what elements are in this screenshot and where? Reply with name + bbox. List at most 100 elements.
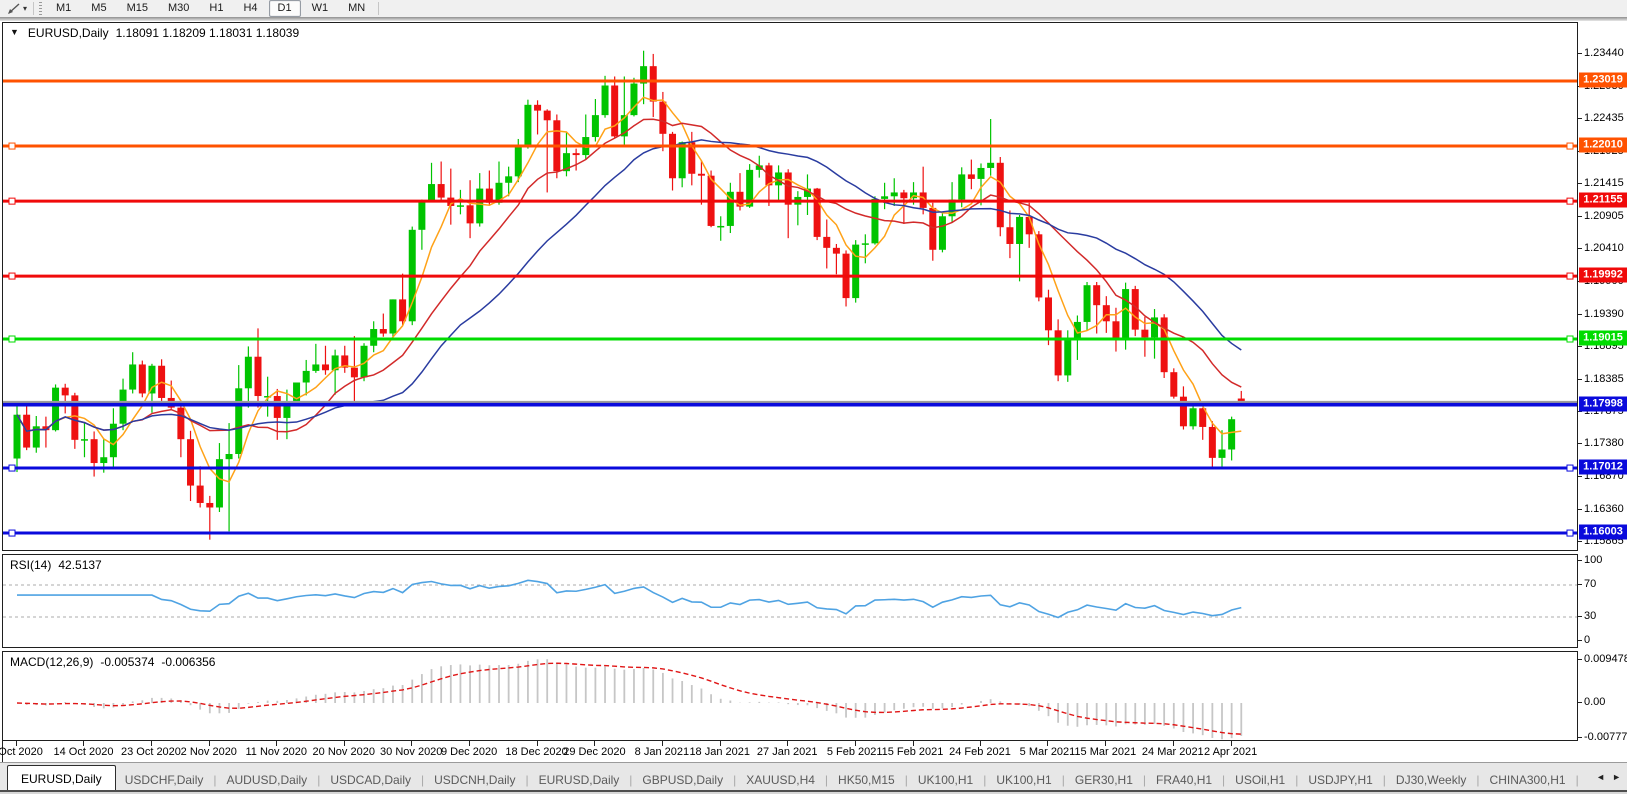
chart-tab-china300-h1[interactable]: CHINA300,H1 bbox=[1481, 769, 1575, 792]
tab-separator: | bbox=[1575, 773, 1580, 787]
tab-scroll-right-icon[interactable]: ► bbox=[1612, 772, 1621, 782]
hline-handle-1.21155[interactable] bbox=[1567, 198, 1573, 204]
candle-body bbox=[524, 105, 531, 148]
timeframe-button-H1[interactable]: H1 bbox=[200, 0, 232, 17]
rsi-title: RSI(14) 42.5137 bbox=[10, 558, 102, 572]
hline-handle-1.16003[interactable] bbox=[9, 530, 15, 536]
rsi-axis-tick bbox=[1578, 616, 1582, 617]
price-line-badge-1.16003: 1.16003 bbox=[1579, 525, 1627, 540]
tab-separator: | bbox=[212, 773, 217, 787]
chart-tab-dj30-weekly[interactable]: DJ30,Weekly bbox=[1387, 769, 1475, 792]
chart-tab-usdjpy-h1[interactable]: USDJPY,H1 bbox=[1299, 769, 1381, 792]
candle-body bbox=[1170, 372, 1177, 396]
timeframe-button-H4[interactable]: H4 bbox=[234, 0, 266, 17]
price-tick-mark bbox=[1578, 183, 1582, 184]
date-tick-label: 5 Mar 2021 bbox=[1020, 746, 1076, 758]
chart-tab-eurusd-daily[interactable]: EURUSD,Daily bbox=[7, 765, 116, 792]
date-tick-label: 5 Oct 2020 bbox=[0, 746, 43, 758]
hline-handle-1.22010[interactable] bbox=[9, 143, 15, 149]
timeframe-button-M30[interactable]: M30 bbox=[159, 0, 198, 17]
date-tick-label: 2 Apr 2021 bbox=[1204, 746, 1257, 758]
tab-separator: | bbox=[732, 773, 737, 787]
hline-handle-1.21155[interactable] bbox=[9, 198, 15, 204]
timeframe-buttons: M1M5M15M30H1H4D1W1MN bbox=[46, 0, 375, 17]
tab-scroll-left-icon[interactable]: ◄ bbox=[1596, 772, 1605, 782]
timeframe-button-M5[interactable]: M5 bbox=[82, 0, 115, 17]
candle-body bbox=[457, 205, 464, 207]
candle-body bbox=[1074, 322, 1081, 340]
price-line-badge-1.17998: 1.17998 bbox=[1579, 396, 1627, 411]
candle-body bbox=[322, 364, 329, 370]
price-tick-mark bbox=[1578, 443, 1582, 444]
hline-handle-1.17012[interactable] bbox=[9, 465, 15, 471]
chart-tab-xauusd-h4[interactable]: XAUUSD,H4 bbox=[737, 769, 824, 792]
date-tick-label: 29 Dec 2020 bbox=[563, 746, 625, 758]
macd-signal-value: -0.006356 bbox=[161, 655, 215, 669]
date-tick-label: 15 Feb 2021 bbox=[882, 746, 944, 758]
price-line-badge-1.19992: 1.19992 bbox=[1579, 268, 1627, 283]
chart-menu-caret-icon[interactable]: ▼ bbox=[10, 27, 19, 41]
hline-handle-1.19015[interactable] bbox=[9, 336, 15, 342]
timeframe-button-M1[interactable]: M1 bbox=[47, 0, 80, 17]
candle-body bbox=[573, 153, 580, 155]
macd-axis-tick bbox=[1578, 737, 1582, 738]
candle-body bbox=[1219, 449, 1226, 457]
toolbar-bottom-edge bbox=[0, 17, 1627, 21]
chart-tab-fra40-h1[interactable]: FRA40,H1 bbox=[1147, 769, 1221, 792]
chevron-down-icon[interactable]: ▾ bbox=[23, 4, 27, 13]
hline-handle-1.22010[interactable] bbox=[1567, 143, 1573, 149]
candle-body bbox=[91, 439, 98, 463]
tab-separator: | bbox=[1142, 773, 1147, 787]
chart-tab-gbpusd-daily[interactable]: GBPUSD,Daily bbox=[633, 769, 732, 792]
timeframe-button-D1[interactable]: D1 bbox=[269, 0, 301, 17]
rsi-axis-tick bbox=[1578, 584, 1582, 585]
tab-separator: | bbox=[982, 773, 987, 787]
candle-body bbox=[418, 201, 425, 229]
timeframe-button-M15[interactable]: M15 bbox=[118, 0, 157, 17]
chart-ohlc-values: 1.18091 1.18209 1.18031 1.18039 bbox=[116, 26, 300, 40]
candle-body bbox=[370, 329, 377, 346]
hline-handle-1.19015[interactable] bbox=[1567, 336, 1573, 342]
chart-tab-audusd-daily[interactable]: AUDUSD,Daily bbox=[218, 769, 317, 792]
macd-axis-label: -0.007778 bbox=[1584, 731, 1627, 743]
chart-tab-usdchf-daily[interactable]: USDCHF,Daily bbox=[116, 769, 213, 792]
candle-body bbox=[100, 457, 107, 463]
hline-handle-1.19992[interactable] bbox=[1567, 273, 1573, 279]
macd-signal-line bbox=[17, 663, 1241, 734]
hline-handle-1.16003[interactable] bbox=[1567, 530, 1573, 536]
chart-tab-uk100-h1[interactable]: UK100,H1 bbox=[909, 769, 982, 792]
hline-handle-1.17012[interactable] bbox=[1567, 465, 1573, 471]
chart-tab-usdcad-daily[interactable]: USDCAD,Daily bbox=[321, 769, 420, 792]
crosshair-tool-glyph bbox=[7, 2, 21, 15]
candle-body bbox=[197, 486, 204, 503]
timeframe-button-MN[interactable]: MN bbox=[339, 0, 374, 17]
main-price-chart[interactable]: ▼ EURUSD,Daily 1.18091 1.18209 1.18031 1… bbox=[2, 22, 1578, 551]
macd-indicator-panel[interactable]: MACD(12,26,9) -0.005374 -0.006356 bbox=[2, 651, 1578, 741]
toolbar-grip-handle[interactable] bbox=[39, 2, 42, 15]
chart-tab-eurusd-daily[interactable]: EURUSD,Daily bbox=[530, 769, 629, 792]
price-tick-mark bbox=[1578, 411, 1582, 412]
candle-body bbox=[206, 503, 213, 508]
hline-handle-1.19992[interactable] bbox=[9, 273, 15, 279]
rsi-indicator-panel[interactable]: RSI(14) 42.5137 bbox=[2, 554, 1578, 648]
crosshair-tool-icon[interactable]: ▾ bbox=[4, 1, 30, 16]
date-tick-label: 24 Feb 2021 bbox=[949, 746, 1011, 758]
macd-axis-tick bbox=[1578, 659, 1582, 660]
chart-tab-usdcnh-daily[interactable]: USDCNH,Daily bbox=[425, 769, 524, 792]
candle-body bbox=[823, 237, 830, 248]
price-line-badge-1.22010: 1.22010 bbox=[1579, 138, 1627, 153]
candle-body bbox=[717, 226, 724, 228]
candle-body bbox=[389, 299, 396, 333]
date-tick-label: 9 Dec 2020 bbox=[441, 746, 497, 758]
chart-tab-ger30-h1[interactable]: GER30,H1 bbox=[1066, 769, 1142, 792]
candle-body bbox=[833, 248, 840, 254]
timeframe-button-W1[interactable]: W1 bbox=[303, 0, 338, 17]
candle-body bbox=[1084, 285, 1091, 322]
date-tick-label: 15 Mar 2021 bbox=[1074, 746, 1136, 758]
rsi-line bbox=[17, 580, 1241, 617]
chart-tab-usoil-h1[interactable]: USOil,H1 bbox=[1226, 769, 1294, 792]
candle-body bbox=[235, 388, 242, 454]
chart-tab-uk100-h1[interactable]: UK100,H1 bbox=[987, 769, 1060, 792]
chart-tab-hk50-m15[interactable]: HK50,M15 bbox=[829, 769, 904, 792]
rsi-axis-label: 0 bbox=[1584, 634, 1590, 646]
